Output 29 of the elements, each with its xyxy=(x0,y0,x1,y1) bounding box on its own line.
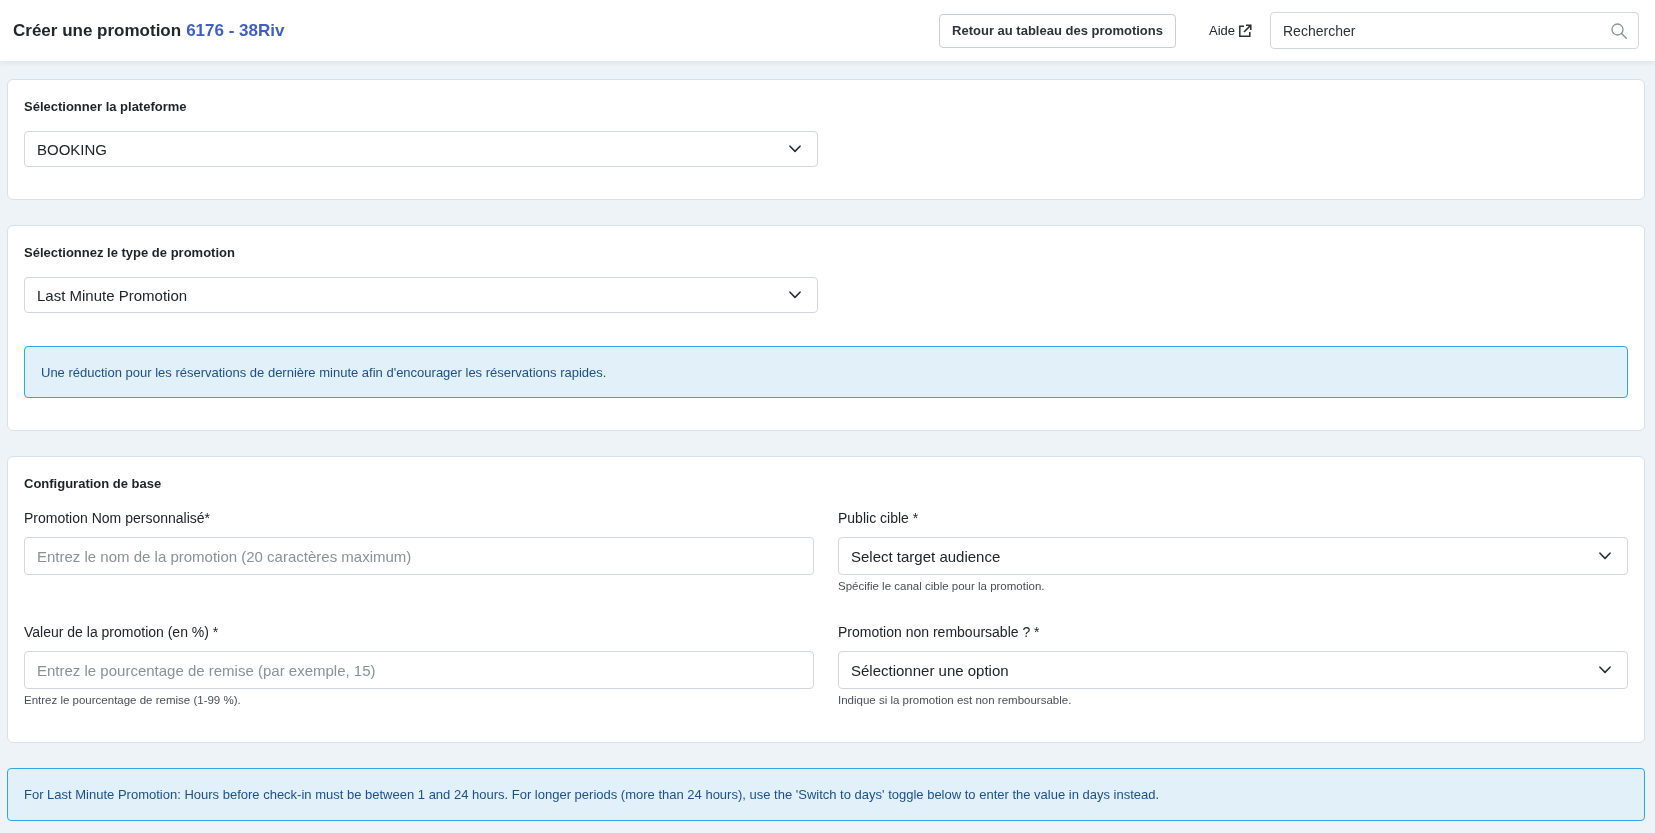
page-title: Créer une promotion xyxy=(13,20,182,41)
info-message: For Last Minute Promotion: Hours before check-in must be between 1 and 24 hours. For longer periods (more than 24 hours), use the 'Switch to days' toggle below to enter the value in days instead. xyxy=(7,768,1645,821)
dropdown[interactable]: Select target audience xyxy=(838,537,1628,575)
external-link-icon xyxy=(1238,23,1252,38)
section-heading: Sélectionner la plateforme xyxy=(24,99,188,115)
field-label: Promotion Nom personnalisé* xyxy=(24,509,211,528)
field-label: Promotion non remboursable ? * xyxy=(838,623,1041,642)
field-label: Public cible * xyxy=(838,509,920,528)
help-text: Indique si la promotion est non remboursable. xyxy=(838,693,1073,708)
info-message: Une réduction pour les réservations de dernière minute afin d'encourager les réservations rapides. xyxy=(24,346,1628,398)
help-link[interactable]: Aide xyxy=(1208,23,1252,38)
text-input[interactable]: Entrez le nom de la promotion (20 caractères maximum) xyxy=(24,537,814,575)
search-field[interactable]: Rechercher xyxy=(1270,12,1639,49)
back-button[interactable]: Retour au tableau des promotions xyxy=(939,13,1176,48)
chevron-down-icon xyxy=(1599,666,1611,674)
section-heading: Configuration de base xyxy=(24,476,163,492)
section-heading: Sélectionnez le type de promotion xyxy=(24,245,236,261)
help-text: Entrez le pourcentage de remise (1-99 %). xyxy=(24,693,242,708)
search-icon xyxy=(1611,23,1627,39)
chevron-down-icon xyxy=(789,145,801,153)
text-input[interactable]: Entrez le pourcentage de remise (par exemple, 15) xyxy=(24,651,814,689)
dropdown[interactable]: BOOKING xyxy=(24,131,818,167)
promotion-code: 6176 - 38Riv xyxy=(186,20,285,41)
chevron-down-icon xyxy=(789,291,801,299)
dropdown[interactable]: Last Minute Promotion xyxy=(24,277,818,313)
dropdown[interactable]: Sélectionner une option xyxy=(838,651,1628,689)
chevron-down-icon xyxy=(1599,552,1611,560)
help-text: Spécifie le canal cible pour la promotion. xyxy=(838,579,1046,594)
field-label: Valeur de la promotion (en %) * xyxy=(24,623,220,642)
